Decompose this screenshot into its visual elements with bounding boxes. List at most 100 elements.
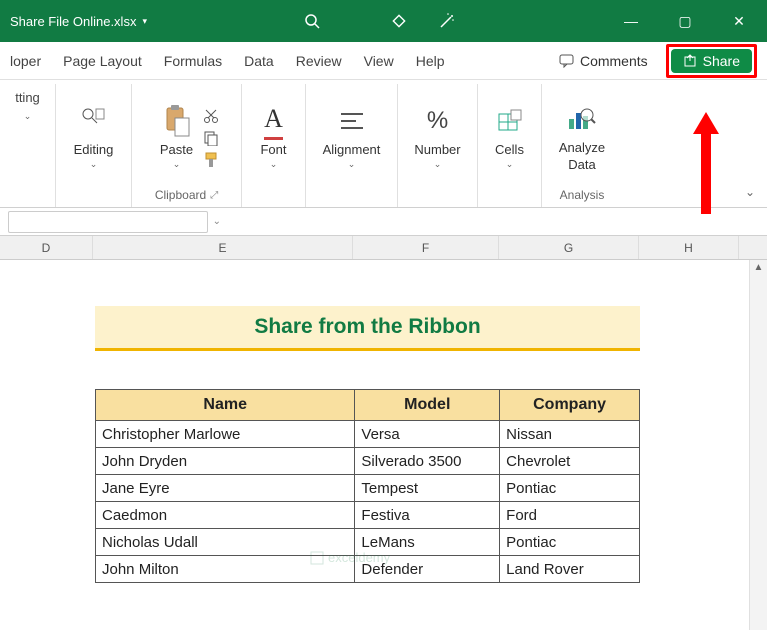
table-row: Christopher Marlowe Versa Nissan xyxy=(96,421,640,448)
filename-text: Share File Online.xlsx xyxy=(10,14,136,29)
minimize-button[interactable]: — xyxy=(613,13,649,29)
tab-review[interactable]: Review xyxy=(296,53,342,69)
tab-page-layout[interactable]: Page Layout xyxy=(63,53,142,69)
cell-model[interactable]: Silverado 3500 xyxy=(355,448,500,475)
analyze-data-button[interactable]: Analyze Data xyxy=(553,98,611,174)
col-header-d[interactable]: D xyxy=(0,236,93,259)
cell-company[interactable]: Pontiac xyxy=(500,475,640,502)
chevron-down-icon: ⌄ xyxy=(173,159,181,170)
table-row: Caedmon Festiva Ford xyxy=(96,502,640,529)
comments-button[interactable]: Comments xyxy=(551,49,656,73)
table-row: John Dryden Silverado 3500 Chevrolet xyxy=(96,448,640,475)
col-header-f[interactable]: F xyxy=(353,236,499,259)
cell-company[interactable]: Chevrolet xyxy=(500,448,640,475)
header-company[interactable]: Company xyxy=(500,390,640,421)
font-label: Font xyxy=(260,142,286,157)
comment-icon xyxy=(559,54,574,68)
cell-name[interactable]: Jane Eyre xyxy=(96,475,355,502)
clipboard-icon xyxy=(163,102,191,140)
alignment-dropdown[interactable]: Alignment ⌄ xyxy=(317,100,387,172)
header-name[interactable]: Name xyxy=(96,390,355,421)
cell-model[interactable]: Versa xyxy=(355,421,500,448)
share-highlight-box: Share xyxy=(666,44,757,78)
font-dropdown[interactable]: A Font ⌄ xyxy=(254,100,292,172)
col-header-h[interactable]: H xyxy=(639,236,739,259)
tab-help[interactable]: Help xyxy=(416,53,445,69)
cell-company[interactable]: Pontiac xyxy=(500,529,640,556)
cells-icon xyxy=(497,102,523,140)
ribbon-collapse-icon[interactable]: ⌄ xyxy=(745,185,755,199)
cell-model[interactable]: Tempest xyxy=(355,475,500,502)
cell-company[interactable]: Land Rover xyxy=(500,556,640,583)
tab-developer[interactable]: loper xyxy=(10,53,41,69)
vertical-scrollbar[interactable]: ▲ xyxy=(749,260,767,630)
tab-data[interactable]: Data xyxy=(244,53,274,69)
chevron-down-icon: ⌄ xyxy=(24,111,32,122)
chevron-down-icon[interactable]: ⌄ xyxy=(213,216,221,227)
close-button[interactable]: ✕ xyxy=(721,13,757,30)
cell-name[interactable]: John Dryden xyxy=(96,448,355,475)
title-bar: Share File Online.xlsx ▾ — ▢ ✕ xyxy=(0,0,767,42)
share-icon xyxy=(683,54,697,68)
chevron-down-icon: ⌄ xyxy=(90,159,98,170)
table-header-row: Name Model Company xyxy=(96,390,640,421)
formula-bar: ⌄ xyxy=(0,208,767,236)
search-icon[interactable] xyxy=(304,13,320,29)
analyze-label-1: Analyze xyxy=(559,140,605,155)
tab-formulas[interactable]: Formulas xyxy=(164,53,222,69)
analysis-group-label: Analysis xyxy=(560,188,605,202)
paste-label: Paste xyxy=(160,142,193,157)
annotation-arrow xyxy=(693,112,719,214)
paste-button[interactable]: Paste ⌄ xyxy=(154,100,199,172)
cells-label: Cells xyxy=(495,142,524,157)
chevron-down-icon: ⌄ xyxy=(348,159,356,170)
cell-name[interactable]: Caedmon xyxy=(96,502,355,529)
format-painter-icon[interactable] xyxy=(203,152,219,168)
formula-input[interactable]: ⌄ xyxy=(8,211,208,233)
editing-label: Editing xyxy=(74,142,114,157)
comments-label: Comments xyxy=(580,53,648,69)
table-row: Jane Eyre Tempest Pontiac xyxy=(96,475,640,502)
chevron-down-icon: ⌄ xyxy=(270,159,278,170)
cell-company[interactable]: Nissan xyxy=(500,421,640,448)
col-header-g[interactable]: G xyxy=(499,236,639,259)
header-model[interactable]: Model xyxy=(355,390,500,421)
tab-view[interactable]: View xyxy=(364,53,394,69)
watermark-text: exceldemy xyxy=(328,550,390,565)
cut-icon[interactable] xyxy=(203,108,219,124)
percent-icon: % xyxy=(427,102,448,140)
cell-company[interactable]: Ford xyxy=(500,502,640,529)
cell-model[interactable]: Festiva xyxy=(355,502,500,529)
wand-icon[interactable] xyxy=(438,12,456,30)
share-label: Share xyxy=(703,53,740,69)
chevron-down-icon: ⌄ xyxy=(434,159,442,170)
spreadsheet-grid[interactable]: Share from the Ribbon Name Model Company… xyxy=(0,260,767,630)
editing-icon xyxy=(81,102,107,140)
sheet-title-cell[interactable]: Share from the Ribbon xyxy=(95,306,640,351)
filename-display[interactable]: Share File Online.xlsx ▾ xyxy=(10,14,147,29)
dialog-launcher-icon[interactable]: ⤢ xyxy=(210,190,218,201)
ribbon-tabs-row: loper Page Layout Formulas Data Review V… xyxy=(0,42,767,80)
scroll-up-icon[interactable]: ▲ xyxy=(750,260,767,275)
cells-dropdown[interactable]: Cells ⌄ xyxy=(489,100,530,172)
cell-name[interactable]: Christopher Marlowe xyxy=(96,421,355,448)
watermark: exceldemy xyxy=(310,550,390,565)
conditional-formatting-partial[interactable]: tting xyxy=(15,90,40,105)
analyze-icon xyxy=(567,100,597,138)
maximize-button[interactable]: ▢ xyxy=(667,13,703,30)
number-dropdown[interactable]: % Number ⌄ xyxy=(408,100,466,172)
column-headers: D E F G H xyxy=(0,236,767,260)
ribbon-toolbar: tting ⌄ Editing ⌄ Paste ⌄ xyxy=(0,80,767,208)
number-label: Number xyxy=(414,142,460,157)
col-header-e[interactable]: E xyxy=(93,236,353,259)
alignment-icon xyxy=(338,102,366,140)
editing-dropdown[interactable]: Editing ⌄ xyxy=(68,100,120,172)
font-icon: A xyxy=(264,102,283,140)
chevron-down-icon: ⌄ xyxy=(506,159,514,170)
sheet-title-text: Share from the Ribbon xyxy=(95,315,640,339)
diamond-icon[interactable] xyxy=(390,12,408,30)
share-button[interactable]: Share xyxy=(671,49,752,73)
copy-icon[interactable] xyxy=(203,130,219,146)
analyze-label-2: Data xyxy=(568,157,595,172)
clipboard-group-label: Clipboard xyxy=(155,188,206,202)
